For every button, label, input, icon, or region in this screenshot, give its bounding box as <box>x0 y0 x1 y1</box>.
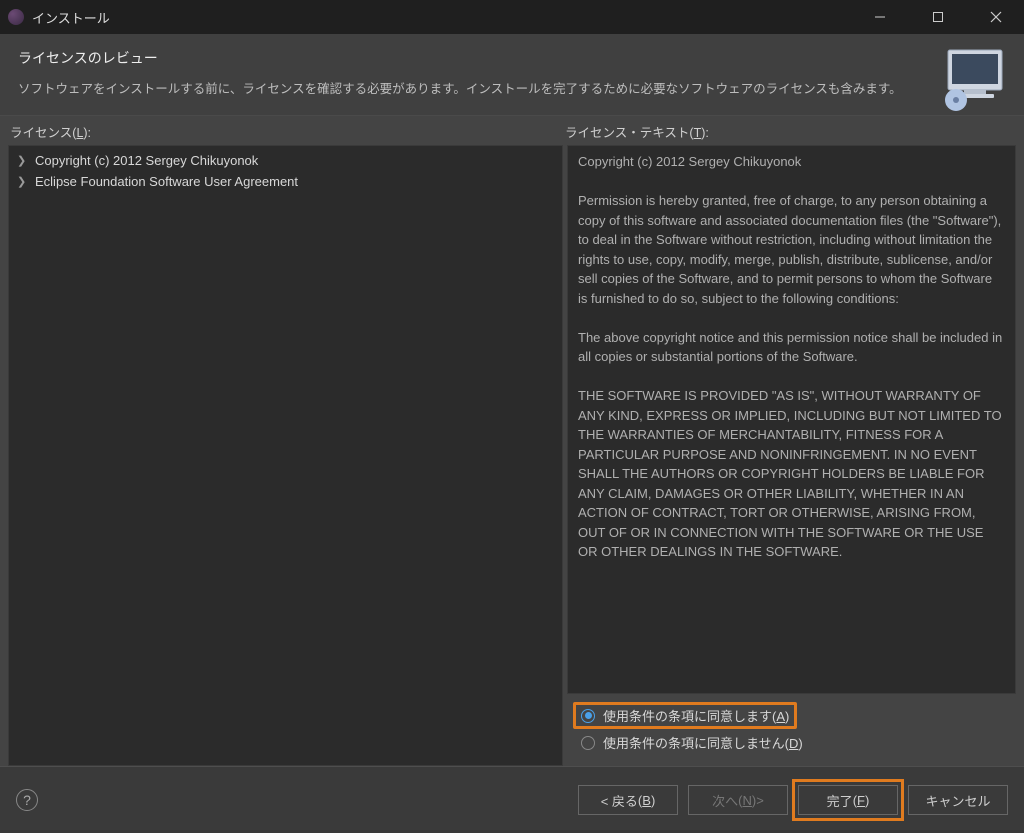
close-button[interactable] <box>976 2 1016 32</box>
bottom-bar: ? < 戻る(B) 次へ(N) > 完了(F) キャンセル <box>0 766 1024 833</box>
tree-item[interactable]: ❯ Copyright (c) 2012 Sergey Chikuyonok <box>9 150 562 171</box>
minimize-button[interactable] <box>860 2 900 32</box>
accept-label: 使用条件の条項に同意します(A) <box>603 706 789 725</box>
back-button[interactable]: < 戻る(B) <box>578 785 678 815</box>
banner-description: ソフトウェアをインストールする前に、ライセンスを確認する必要があります。インスト… <box>18 78 1006 97</box>
eclipse-icon <box>8 9 24 25</box>
chevron-right-icon: ❯ <box>17 175 31 188</box>
column-labels: ライセンス(L): ライセンス・テキスト(T): <box>0 116 1024 145</box>
help-button[interactable]: ? <box>16 789 38 811</box>
radio-icon <box>581 709 595 723</box>
accept-radio[interactable]: 使用条件の条項に同意します(A) <box>573 702 797 729</box>
install-icon <box>940 48 1010 112</box>
wizard-banner: ライセンスのレビュー ソフトウェアをインストールする前に、ライセンスを確認する必… <box>0 34 1024 116</box>
license-tree[interactable]: ❯ Copyright (c) 2012 Sergey Chikuyonok ❯… <box>8 145 563 766</box>
window-title: インストール <box>32 8 110 27</box>
tree-item[interactable]: ❯ Eclipse Foundation Software User Agree… <box>9 171 562 192</box>
window-controls <box>860 2 1016 32</box>
right-pane: Copyright (c) 2012 Sergey Chikuyonok Per… <box>567 145 1016 766</box>
chevron-right-icon: ❯ <box>17 154 31 167</box>
tree-item-label: Eclipse Foundation Software User Agreeme… <box>35 174 298 189</box>
decline-label: 使用条件の条項に同意しません(D) <box>603 733 803 752</box>
radio-icon <box>581 736 595 750</box>
cancel-button[interactable]: キャンセル <box>908 785 1008 815</box>
agreement-radio-group: 使用条件の条項に同意します(A) 使用条件の条項に同意しません(D) <box>567 694 1016 766</box>
finish-button[interactable]: 完了(F) <box>798 785 898 815</box>
decline-radio[interactable]: 使用条件の条項に同意しません(D) <box>573 729 811 756</box>
maximize-button[interactable] <box>918 2 958 32</box>
titlebar: インストール <box>0 0 1024 34</box>
banner-title: ライセンスのレビュー <box>18 48 1006 68</box>
content-row: ❯ Copyright (c) 2012 Sergey Chikuyonok ❯… <box>0 145 1024 766</box>
license-text-area[interactable]: Copyright (c) 2012 Sergey Chikuyonok Per… <box>567 145 1016 694</box>
license-text-label: ライセンス・テキスト(T): <box>565 122 1014 141</box>
licenses-label: ライセンス(L): <box>10 122 565 141</box>
next-button[interactable]: 次へ(N) > <box>688 785 788 815</box>
tree-item-label: Copyright (c) 2012 Sergey Chikuyonok <box>35 153 258 168</box>
